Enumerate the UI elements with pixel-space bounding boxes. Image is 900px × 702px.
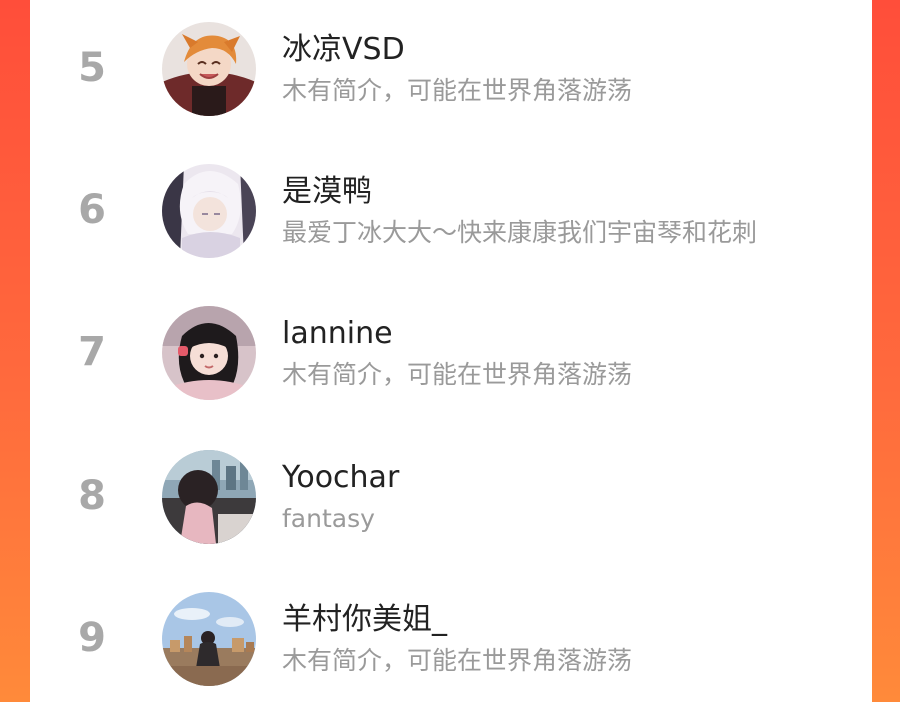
rank-number: 9 xyxy=(78,615,106,661)
rank-number: 7 xyxy=(78,329,106,375)
user-bio: 木有简介，可能在世界角落游荡 xyxy=(282,76,633,105)
user-name[interactable]: 羊村你美姐_ xyxy=(282,602,447,638)
user-name[interactable]: lannine xyxy=(282,316,393,352)
user-name[interactable]: 冰凉VSD xyxy=(282,32,405,68)
user-bio: fantasy xyxy=(282,504,375,533)
anime-boy-avatar-image xyxy=(162,22,256,116)
rank-number: 8 xyxy=(78,473,106,519)
user-avatar-anime-white-hair-avatar[interactable] xyxy=(162,164,256,258)
ranking-row[interactable]: 7 lannine 木有简介，可能在世界角落游荡 xyxy=(30,296,872,406)
user-avatar-city-view-avatar[interactable] xyxy=(162,592,256,686)
ranking-card: 5 冰凉VSD 木有简介，可能在世界角落游荡 6 是漠鸭 最爱丁冰大大～快来康康… xyxy=(30,0,872,702)
user-bio: 木有简介，可能在世界角落游荡 xyxy=(282,360,633,389)
girl-selfie-avatar-image xyxy=(162,306,256,400)
user-avatar-anime-boy-avatar[interactable] xyxy=(162,22,256,116)
ranking-row[interactable]: 6 是漠鸭 最爱丁冰大大～快来康康我们宇宙琴和花刺 xyxy=(30,154,872,264)
anime-white-hair-avatar-image xyxy=(162,164,256,258)
ranking-row[interactable]: 8 Yoochar fantasy xyxy=(30,440,872,550)
user-bio: 最爱丁冰大大～快来康康我们宇宙琴和花刺 xyxy=(282,218,758,247)
user-bio: 木有简介，可能在世界角落游荡 xyxy=(282,646,633,675)
user-avatar-child-window-avatar[interactable] xyxy=(162,450,256,544)
rank-number: 5 xyxy=(78,45,106,91)
user-name[interactable]: 是漠鸭 xyxy=(282,174,372,210)
ranking-row[interactable]: 9 羊村你美姐_ 木有简介，可能在世界角落游荡 xyxy=(30,582,872,692)
child-window-avatar-image xyxy=(162,450,256,544)
rank-number: 6 xyxy=(78,187,106,233)
ranking-row[interactable]: 5 冰凉VSD 木有简介，可能在世界角落游荡 xyxy=(30,12,872,122)
user-avatar-girl-selfie-avatar[interactable] xyxy=(162,306,256,400)
city-view-avatar-image xyxy=(162,592,256,686)
user-name[interactable]: Yoochar xyxy=(282,460,399,496)
